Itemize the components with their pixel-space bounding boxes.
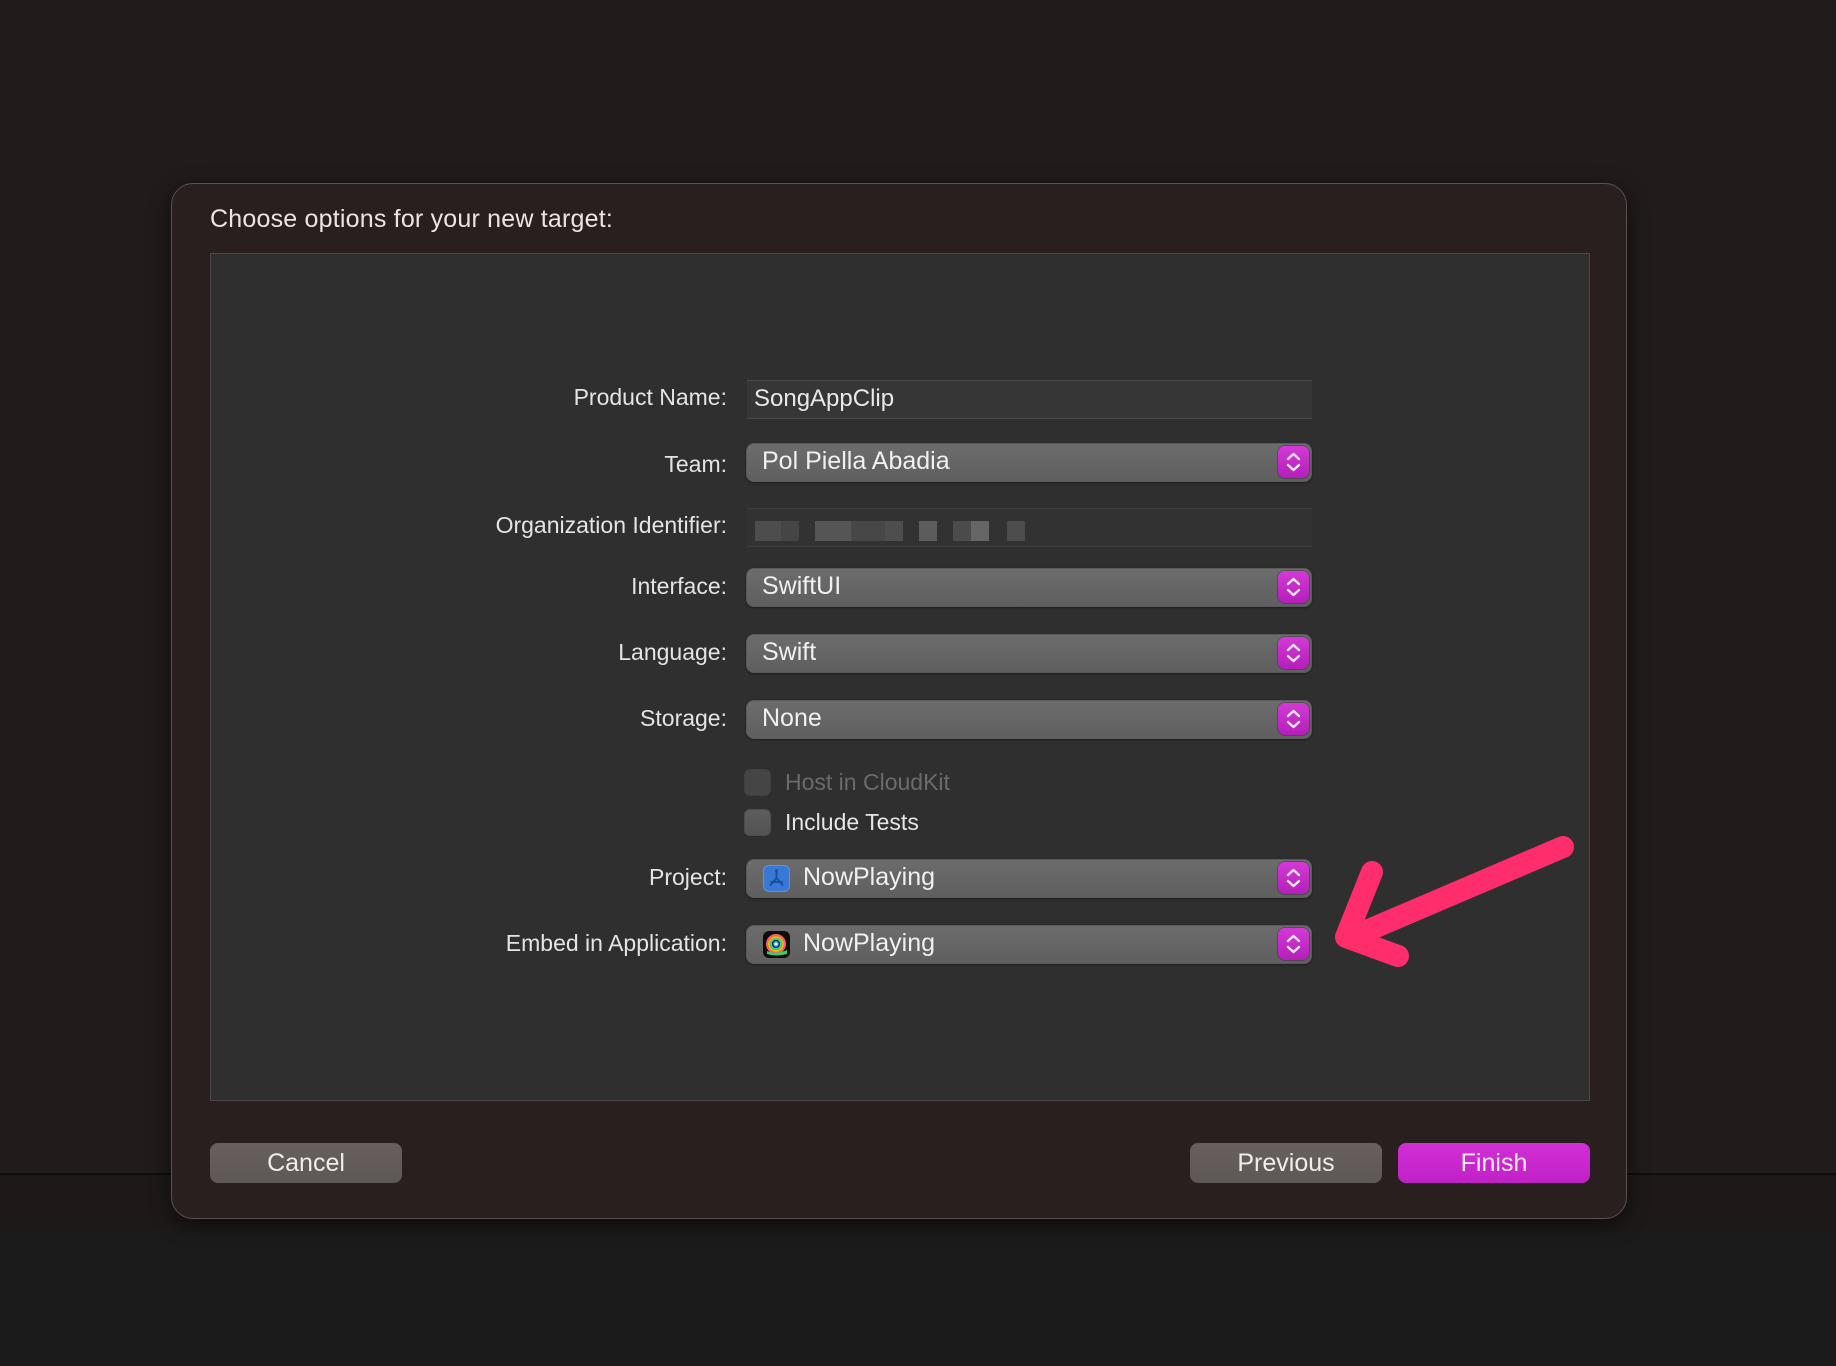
embed-in-application-popup[interactable]: NowPlaying — [746, 925, 1312, 964]
chevron-up-down-icon — [1278, 571, 1309, 603]
team-value: Pol Piella Abadia — [762, 447, 950, 475]
redacted-pixel — [953, 521, 971, 541]
previous-button[interactable]: Previous — [1190, 1143, 1382, 1183]
product-name-label: Product Name: — [573, 384, 727, 410]
chevron-up-down-icon — [1278, 703, 1309, 735]
language-label: Language: — [618, 639, 727, 665]
include-tests-checkbox[interactable] — [744, 808, 771, 836]
storage-popup[interactable]: None — [746, 700, 1312, 739]
organization-identifier-label: Organization Identifier: — [495, 512, 727, 538]
finish-button[interactable]: Finish — [1398, 1143, 1590, 1183]
app-icon — [763, 931, 790, 958]
embed-in-application-label: Embed in Application: — [505, 930, 727, 956]
backdrop-bottom — [0, 1230, 1836, 1366]
storage-value: None — [762, 704, 822, 732]
interface-popup[interactable]: SwiftUI — [746, 568, 1312, 607]
project-popup[interactable]: NowPlaying — [746, 859, 1312, 898]
language-value: Swift — [762, 638, 817, 666]
chevron-up-down-icon — [1278, 637, 1309, 669]
project-label: Project: — [649, 864, 727, 890]
redacted-pixel — [755, 521, 781, 541]
annotation-arrow-icon — [1335, 836, 1574, 967]
redacted-pixel — [1007, 521, 1025, 541]
team-popup[interactable]: Pol Piella Abadia — [746, 443, 1312, 482]
cancel-button[interactable]: Cancel — [210, 1143, 402, 1183]
storage-label: Storage: — [640, 705, 727, 731]
host-in-cloudkit-row: Host in CloudKit — [744, 767, 950, 797]
chevron-up-down-icon — [1278, 446, 1309, 478]
redacted-pixel — [971, 521, 989, 541]
chevron-up-down-icon — [1278, 862, 1309, 894]
organization-identifier-input[interactable] — [747, 508, 1312, 547]
include-tests-row[interactable]: Include Tests — [744, 807, 919, 837]
interface-label: Interface: — [631, 573, 727, 599]
redacted-pixel — [885, 521, 903, 541]
redacted-pixel — [919, 521, 937, 541]
project-value: NowPlaying — [803, 863, 936, 891]
dialog-title: Choose options for your new target: — [210, 205, 614, 233]
host-in-cloudkit-label: Host in CloudKit — [785, 768, 950, 795]
team-label: Team: — [664, 451, 727, 477]
redacted-pixel — [815, 521, 851, 541]
chevron-up-down-icon — [1278, 928, 1309, 960]
xcode-project-icon — [763, 865, 790, 892]
interface-value: SwiftUI — [762, 572, 842, 600]
include-tests-label[interactable]: Include Tests — [785, 809, 919, 836]
host-in-cloudkit-checkbox — [744, 768, 771, 796]
embed-in-application-value: NowPlaying — [803, 929, 936, 957]
language-popup[interactable]: Swift — [746, 634, 1312, 673]
redacted-pixel — [781, 521, 799, 541]
product-name-input[interactable]: SongAppClip — [747, 380, 1312, 419]
redacted-pixel — [851, 521, 885, 541]
